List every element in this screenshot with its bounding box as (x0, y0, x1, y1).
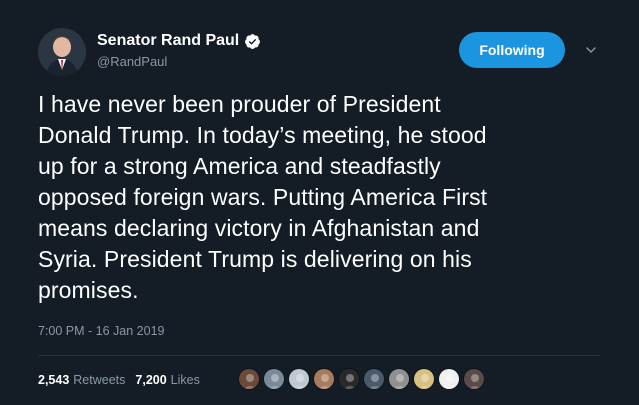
liker-avatar[interactable] (438, 368, 460, 390)
likes-label: Likes (170, 373, 200, 387)
liker-avatar[interactable] (463, 368, 485, 390)
tweet-timestamp[interactable]: 7:00 PM - 16 Jan 2019 (38, 324, 164, 338)
liker-avatar[interactable] (363, 368, 385, 390)
likes-stat[interactable]: 7,200 Likes (135, 373, 199, 387)
liker-avatar[interactable] (238, 368, 260, 390)
tweet-card: Senator Rand Paul @RandPaul Following I … (0, 0, 639, 405)
avatar-image (38, 28, 86, 76)
following-button[interactable]: Following (459, 32, 565, 68)
author-name-row: Senator Rand Paul (97, 31, 261, 51)
author-names: Senator Rand Paul @RandPaul (97, 31, 261, 71)
tweet-text: I have never been prouder of President D… (38, 91, 488, 303)
divider (38, 355, 600, 356)
chevron-down-icon[interactable] (584, 43, 598, 57)
author-avatar[interactable] (38, 28, 86, 76)
liker-avatar[interactable] (313, 368, 335, 390)
liker-avatar[interactable] (338, 368, 360, 390)
retweets-label: Retweets (73, 373, 126, 387)
author-handle[interactable]: @RandPaul (97, 53, 261, 71)
liker-avatar[interactable] (263, 368, 285, 390)
liker-avatars (238, 368, 488, 390)
liker-avatar[interactable] (413, 368, 435, 390)
liker-avatar[interactable] (388, 368, 410, 390)
verified-badge-icon (244, 33, 261, 50)
tweet-header: Senator Rand Paul @RandPaul (38, 28, 261, 76)
likes-count: 7,200 (135, 373, 167, 387)
tweet-stats: 2,543 Retweets 7,200 Likes (38, 373, 210, 387)
retweets-stat[interactable]: 2,543 Retweets (38, 373, 125, 387)
retweets-count: 2,543 (38, 373, 70, 387)
liker-avatar[interactable] (288, 368, 310, 390)
author-name[interactable]: Senator Rand Paul (97, 31, 239, 51)
